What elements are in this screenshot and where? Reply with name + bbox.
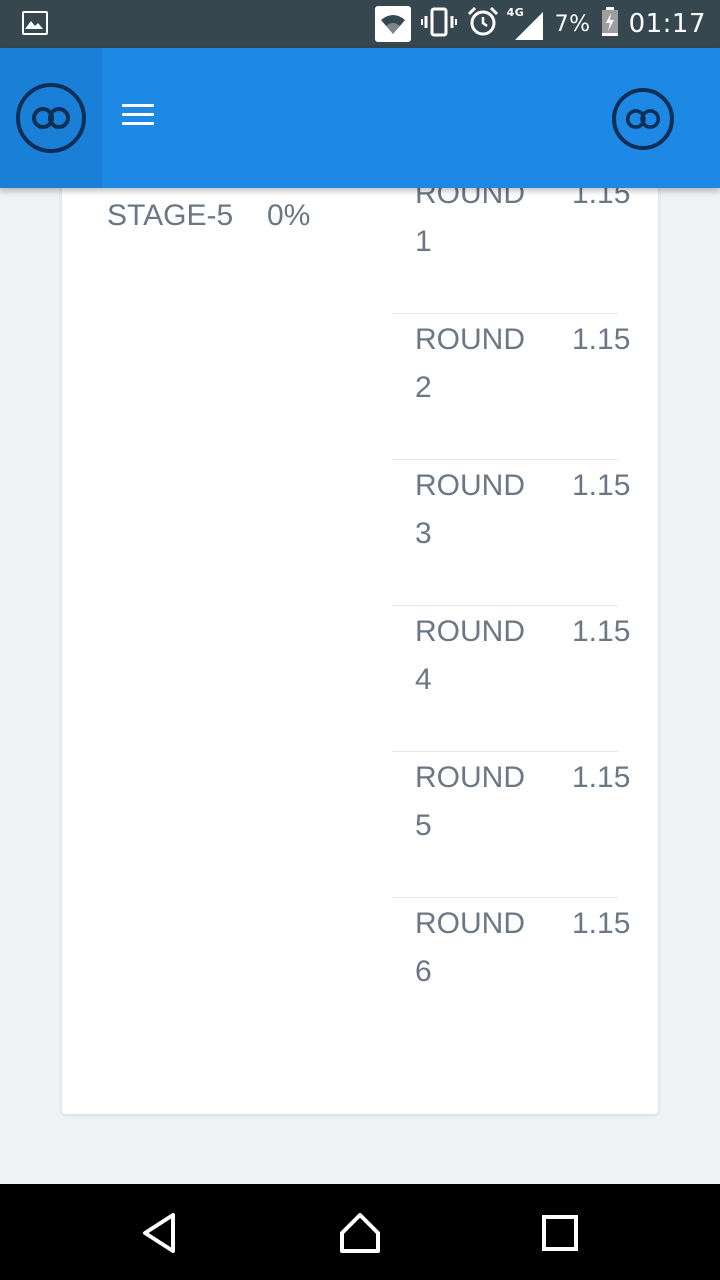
round-row: ROUND 3 1.15	[392, 460, 630, 606]
infinity-logo-icon[interactable]	[612, 88, 674, 150]
round-row: ROUND 1 1.15	[392, 168, 630, 314]
logo-button[interactable]	[0, 48, 102, 188]
round-label: ROUND 4	[415, 615, 525, 696]
round-row: ROUND 2 1.15	[392, 314, 630, 460]
hamburger-menu-icon[interactable]	[122, 104, 154, 128]
navigation-bar	[0, 1184, 720, 1280]
stage-label: STAGE-5	[107, 199, 234, 232]
round-value: 1.15	[572, 761, 631, 794]
round-row: ROUND 6 1.15	[392, 898, 630, 1044]
signal-icon: 4G	[507, 6, 545, 42]
wifi-icon	[374, 6, 411, 42]
clock: 01:17	[628, 9, 706, 39]
round-label: ROUND 5	[415, 761, 525, 842]
back-icon[interactable]	[134, 1208, 184, 1258]
battery-percent: 7%	[554, 11, 591, 37]
battery-charging-icon	[601, 7, 619, 41]
status-bar: 4G 7% 01:17	[0, 0, 720, 48]
app-bar	[0, 48, 720, 188]
vibrate-icon	[420, 7, 457, 41]
alarm-icon	[467, 6, 499, 42]
round-label: ROUND 2	[415, 323, 525, 404]
round-value: 1.15	[572, 323, 631, 356]
round-row: ROUND 5 1.15	[392, 752, 630, 898]
recents-icon[interactable]	[535, 1208, 585, 1258]
home-icon[interactable]	[335, 1208, 385, 1258]
stage-percent: 0%	[267, 199, 311, 232]
round-label: ROUND 3	[415, 469, 525, 550]
round-value: 1.15	[572, 615, 631, 648]
gallery-icon	[22, 11, 48, 35]
round-row: ROUND 4 1.15	[392, 606, 630, 752]
round-value: 1.15	[572, 907, 631, 940]
stage-card: STAGE-5 0% ROUND 1 1.15 ROUND 2 1.15 ROU…	[62, 150, 658, 1114]
round-value: 1.15	[572, 469, 631, 502]
infinity-logo-icon	[16, 83, 86, 153]
round-label: ROUND 6	[415, 907, 525, 988]
